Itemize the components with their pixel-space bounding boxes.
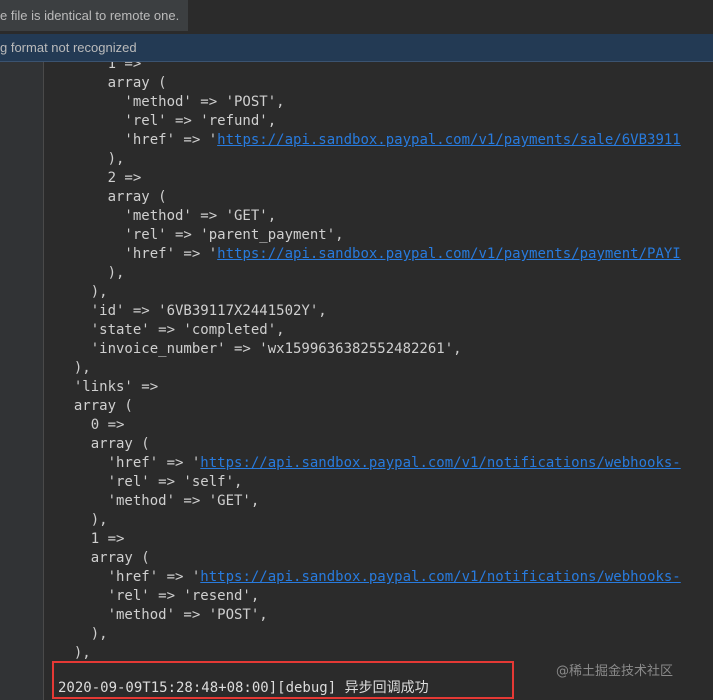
line-number-stub: [0, 378, 4, 397]
line-number-stub: [0, 644, 4, 663]
code-line: 'links' =>: [57, 379, 159, 395]
line-number-stub: [0, 359, 4, 378]
code-line: array (: [57, 550, 150, 566]
code-line: ),: [57, 512, 108, 528]
line-number-stub: [0, 93, 4, 112]
line-number-stub: [0, 492, 4, 511]
code-line: array (: [57, 189, 167, 205]
code-line: 'method' => 'GET',: [57, 208, 277, 224]
code-line: 2 =>: [57, 170, 142, 186]
line-number-stub: [0, 473, 4, 492]
notification-text: e file is identical to remote one.: [0, 8, 180, 23]
url-link[interactable]: https://api.sandbox.paypal.com/v1/notifi…: [200, 455, 680, 471]
code-line: 'rel' => 'self',: [57, 474, 243, 490]
code-line: 'method' => 'POST',: [57, 94, 285, 110]
code-line: array (: [57, 75, 167, 91]
line-number-stub: [0, 587, 4, 606]
line-number-stub: [0, 511, 4, 530]
watermark: @稀土掘金技术社区: [556, 664, 674, 679]
line-number-stub: [0, 283, 4, 302]
line-number-stub: [0, 264, 4, 283]
url-link[interactable]: https://api.sandbox.paypal.com/v1/paymen…: [217, 132, 681, 148]
code-line: 1 =>: [57, 62, 142, 72]
line-number-stub: [0, 530, 4, 549]
url-link[interactable]: https://api.sandbox.paypal.com/v1/paymen…: [217, 246, 681, 262]
line-number-stub: [0, 226, 4, 245]
code-line: 'rel' => 'parent_payment',: [57, 227, 344, 243]
line-number-stub: [0, 245, 4, 264]
code-line: 'rel' => 'refund',: [57, 113, 277, 129]
line-number-stub: [0, 131, 4, 150]
code-line: ),: [57, 626, 108, 642]
code-line: 'href' => 'https://api.sandbox.paypal.co…: [57, 455, 681, 471]
code-line: 'invoice_number' => 'wx15996363825524822…: [57, 341, 462, 357]
line-number-stub: [0, 150, 4, 169]
code-line: 1 =>: [57, 531, 125, 547]
line-number-stub: [0, 606, 4, 625]
line-number-stub: [0, 302, 4, 321]
code-line: array (: [57, 398, 133, 414]
code-line: ),: [57, 360, 91, 376]
line-number-stub: [0, 340, 4, 359]
line-number-stub: [0, 454, 4, 473]
code-line: 'state' => 'completed',: [57, 322, 285, 338]
log-timestamp: 2020-09-09T15:28:48+08:00][debug]: [58, 680, 337, 696]
line-number-stub: [0, 112, 4, 131]
line-number-stub: [0, 416, 4, 435]
code-line: 'id' => '6VB39117X2441502Y',: [57, 303, 327, 319]
line-number-gutter: [0, 62, 44, 700]
line-number-stub: [0, 62, 4, 74]
code-editor[interactable]: 1 => array ( 'method' => 'POST', 'rel' =…: [44, 62, 713, 700]
code-line: 'method' => 'POST',: [57, 607, 268, 623]
format-warning-text: g format not recognized: [0, 40, 137, 55]
line-number-stub: [0, 74, 4, 93]
format-warning-bar: g format not recognized: [0, 34, 713, 62]
code-line: ),: [57, 284, 108, 300]
line-number-stub: [0, 169, 4, 188]
line-number-stub: [0, 188, 4, 207]
line-number-stub: [0, 321, 4, 340]
line-number-stub: [0, 207, 4, 226]
line-number-stub: [0, 568, 4, 587]
code-line: array (: [57, 436, 150, 452]
url-link[interactable]: https://api.sandbox.paypal.com/v1/notifi…: [200, 569, 680, 585]
code-line: ),: [57, 265, 125, 281]
code-line: 'method' => 'GET',: [57, 493, 260, 509]
code-line: 'href' => 'https://api.sandbox.paypal.co…: [57, 246, 681, 262]
line-number-stub: [0, 625, 4, 644]
line-number-stub: [0, 549, 4, 568]
line-number-stub: [0, 397, 4, 416]
code-line: 'rel' => 'resend',: [57, 588, 260, 604]
code-line: 0 =>: [57, 417, 125, 433]
code-line: ),: [57, 151, 125, 167]
line-number-stub: [0, 435, 4, 454]
log-message: 异步回调成功: [344, 680, 429, 696]
code-line: 'href' => 'https://api.sandbox.paypal.co…: [57, 132, 681, 148]
debug-log-line: 2020-09-09T15:28:48+08:00][debug] 异步回调成功: [58, 678, 429, 698]
notification-banner: e file is identical to remote one.: [0, 0, 189, 31]
code-line: 'href' => 'https://api.sandbox.paypal.co…: [57, 569, 681, 585]
